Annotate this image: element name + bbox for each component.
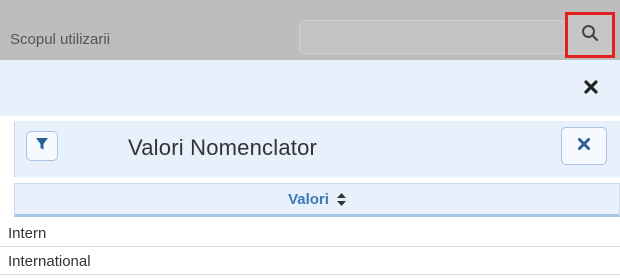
column-header-label: Valori [288, 190, 329, 208]
table-row[interactable]: International [0, 248, 620, 275]
modal-close-button[interactable] [578, 76, 604, 102]
field-label: Scopul utilizarii [10, 31, 111, 48]
clear-button[interactable] [561, 127, 607, 165]
modal-header [0, 60, 620, 116]
row-value: International [8, 253, 91, 270]
close-icon [583, 79, 599, 100]
panel-title: Valori Nomenclator [128, 135, 318, 160]
search-input[interactable] [299, 20, 567, 54]
sort-icon [336, 192, 346, 206]
filter-button[interactable] [26, 131, 58, 161]
filter-icon [35, 137, 49, 156]
table-row[interactable]: Intern [0, 220, 620, 247]
clear-icon [577, 137, 591, 156]
field-bar: Scopul utilizarii [0, 0, 620, 60]
row-value: Intern [8, 225, 47, 242]
column-header-valori[interactable]: Valori [14, 183, 620, 217]
search-button[interactable] [565, 12, 615, 58]
nomenclator-modal: Valori Nomenclator Valori Intern Interna… [0, 60, 620, 278]
search-icon [581, 24, 599, 47]
panel-header: Valori Nomenclator [14, 121, 620, 177]
